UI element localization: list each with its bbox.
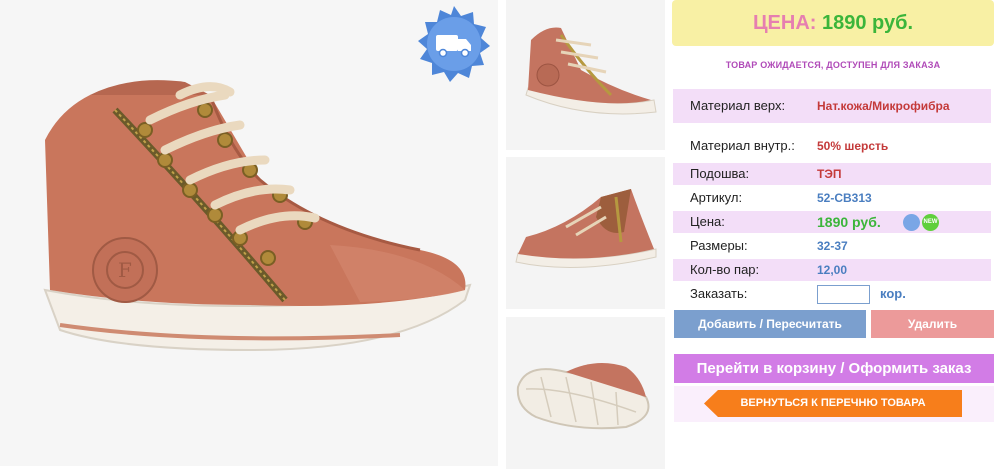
spec-row-price: Цена: 1890 руб. NEW bbox=[673, 211, 991, 233]
thumbnail-1[interactable] bbox=[506, 0, 665, 150]
delete-button[interactable]: Удалить bbox=[871, 310, 994, 338]
order-label: Заказать: bbox=[690, 286, 748, 301]
order-unit: кор. bbox=[880, 286, 906, 301]
availability-status: товар ожидается, доступен для заказа bbox=[725, 60, 941, 70]
spec-row-material-inner: Материал внутр.: 50% шерсть bbox=[673, 129, 991, 163]
sneaker-back-thumbnail bbox=[515, 189, 657, 268]
spec-value: 1890 руб. bbox=[817, 214, 881, 230]
delivery-badge bbox=[414, 4, 494, 84]
delivery-truck-icon bbox=[418, 6, 490, 82]
spec-label: Кол-во пар: bbox=[690, 262, 760, 277]
spec-value: 32-37 bbox=[817, 239, 848, 253]
spec-label: Цена: bbox=[690, 214, 725, 229]
spec-label: Артикул: bbox=[690, 190, 743, 205]
spec-row-material-upper: Материал верх: Нат.кожа/Микрофибра bbox=[673, 89, 991, 123]
thumbnail-2[interactable] bbox=[506, 157, 665, 309]
sneaker-front-thumbnail bbox=[525, 27, 657, 115]
delivery-mini-icon bbox=[903, 214, 920, 231]
spec-label: Подошва: bbox=[690, 166, 750, 181]
thumbnail-3[interactable] bbox=[506, 317, 665, 469]
add-recalculate-button[interactable]: Добавить / Пересчитать bbox=[674, 310, 866, 338]
spec-label: Размеры: bbox=[690, 238, 748, 253]
price-label: ЦЕНА: bbox=[752, 12, 817, 34]
back-to-list-button[interactable]: ВЕРНУТЬСЯ К ПЕРЕЧНЮ ТОВАРА bbox=[704, 390, 962, 417]
order-quantity-input[interactable] bbox=[817, 285, 870, 304]
back-button-container: ВЕРНУТЬСЯ К ПЕРЕЧНЮ ТОВАРА bbox=[674, 386, 994, 422]
spec-value: 12,00 bbox=[817, 263, 848, 277]
spec-value: 50% шерсть bbox=[817, 139, 889, 153]
spec-value: 52-CB313 bbox=[817, 191, 872, 205]
spec-value: Нат.кожа/Микрофибра bbox=[817, 99, 950, 113]
price-box: ЦЕНА: 1890 руб. bbox=[672, 0, 994, 46]
spec-row-sizes: Размеры: 32-37 bbox=[673, 235, 991, 257]
spec-label: Материал верх: bbox=[690, 98, 786, 113]
svg-text:F: F bbox=[118, 258, 132, 282]
order-row: Заказать: кор. bbox=[673, 283, 991, 305]
sneaker-sole-thumbnail bbox=[516, 363, 650, 430]
product-info-panel: ЦЕНА: 1890 руб. товар ожидается, доступе… bbox=[672, 0, 1003, 470]
price-value: 1890 руб. bbox=[822, 12, 914, 34]
spec-label: Материал внутр.: bbox=[690, 138, 795, 153]
spec-value: ТЭП bbox=[817, 167, 842, 181]
spec-row-pairs: Кол-во пар: 12,00 bbox=[673, 259, 991, 281]
spec-row-sole: Подошва: ТЭП bbox=[673, 163, 991, 185]
go-to-cart-button[interactable]: Перейти в корзину / Оформить заказ bbox=[674, 354, 994, 383]
new-badge-icon: NEW bbox=[922, 214, 939, 231]
spec-row-article: Артикул: 52-CB313 bbox=[673, 187, 991, 209]
